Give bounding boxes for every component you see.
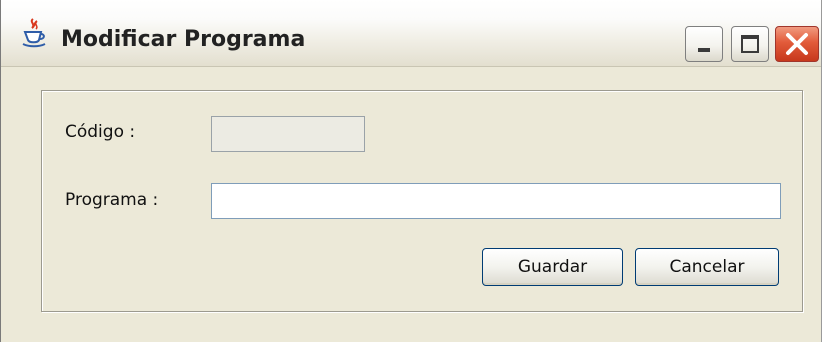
window-title: Modificar Programa bbox=[61, 27, 306, 52]
maximize-button[interactable] bbox=[731, 26, 769, 62]
minimize-button[interactable] bbox=[685, 26, 723, 62]
title-bar[interactable]: Modificar Programa bbox=[1, 0, 821, 67]
programa-label: Programa : bbox=[65, 190, 159, 210]
minimize-icon bbox=[698, 48, 710, 52]
save-button[interactable]: Guardar bbox=[482, 248, 623, 286]
modificar-programa-window: Modificar Programa Código : Programa : G… bbox=[0, 0, 822, 342]
maximize-icon bbox=[741, 35, 759, 53]
codigo-field[interactable] bbox=[211, 116, 365, 152]
cancel-button[interactable]: Cancelar bbox=[635, 248, 779, 286]
java-coffee-cup-icon[interactable] bbox=[21, 18, 47, 48]
close-button[interactable] bbox=[775, 26, 819, 62]
programa-field[interactable] bbox=[211, 183, 781, 219]
close-icon bbox=[782, 31, 812, 61]
codigo-label: Código : bbox=[65, 122, 136, 142]
